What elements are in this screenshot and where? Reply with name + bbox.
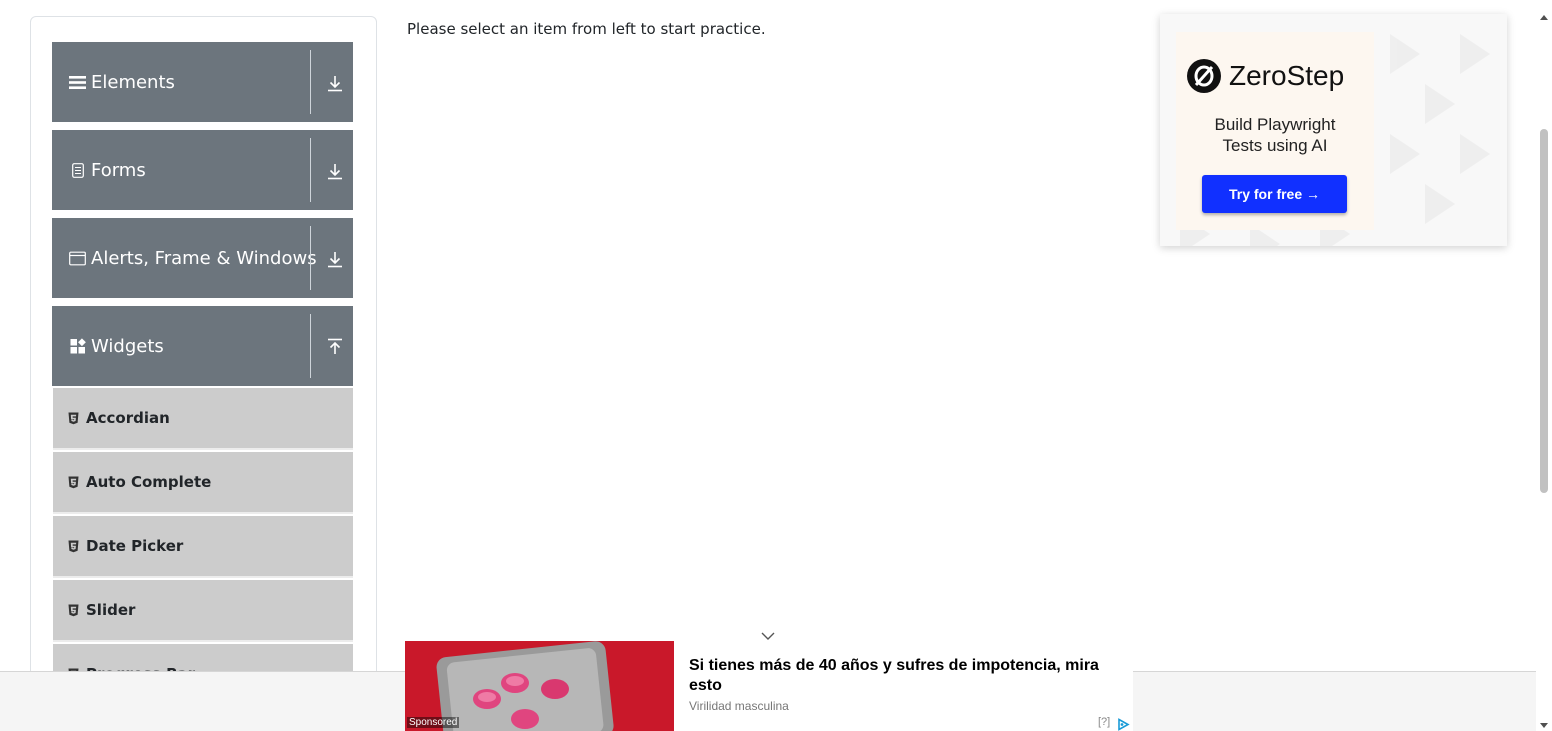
sponsored-ad[interactable]: Sponsored Si tienes más de 40 años y suf… — [405, 641, 1133, 731]
page-scrollbar[interactable] — [1536, 0, 1552, 731]
html5-icon — [66, 539, 80, 553]
sidebar-item-label: Slider — [86, 601, 136, 619]
ad-help-link[interactable]: [?] — [1098, 716, 1110, 728]
collapse-arrow-up-icon[interactable] — [322, 336, 348, 358]
group-label-alerts: Alerts, Frame & Windows — [91, 247, 317, 269]
group-header-elements[interactable]: Elements — [52, 42, 353, 122]
group-divider — [310, 50, 311, 114]
group-label-widgets: Widgets — [91, 335, 164, 357]
document-icon — [69, 162, 86, 179]
expand-arrow-down-icon[interactable] — [322, 248, 348, 270]
practice-instruction: Please select an item from left to start… — [407, 20, 766, 38]
window-icon — [69, 250, 86, 267]
group-label-forms: Forms — [91, 159, 146, 181]
ad-tagline-line1: Build Playwright — [1214, 115, 1336, 134]
group-label-elements: Elements — [91, 71, 175, 93]
sidebar-item-accordian[interactable]: Accordian — [53, 388, 353, 450]
adchoices-icon[interactable] — [1117, 716, 1130, 731]
expand-arrow-down-icon[interactable] — [322, 160, 348, 182]
widgets-icon — [69, 338, 86, 355]
html5-icon — [66, 475, 80, 489]
ad-image[interactable]: Sponsored — [405, 641, 674, 731]
ad-tagline-line2: Tests using AI — [1222, 136, 1328, 155]
group-header-forms[interactable]: Forms — [52, 130, 353, 210]
list-icon — [69, 74, 86, 91]
zerostep-logo: ZeroStep — [1186, 58, 1344, 94]
ad-source[interactable]: Virilidad masculina — [689, 699, 789, 713]
try-for-free-button[interactable]: Try for free → — [1202, 175, 1347, 213]
sidebar-item-label: Auto Complete — [86, 473, 212, 491]
brand-name: ZeroStep — [1229, 60, 1345, 91]
sidebar-item-label: Date Picker — [86, 537, 184, 555]
zerostep-ad[interactable]: ZeroStep Build Playwright Tests using AI… — [1160, 14, 1507, 246]
group-header-widgets[interactable]: Widgets — [52, 306, 353, 386]
scroll-up-icon[interactable] — [1540, 5, 1548, 24]
sidebar-item-auto-complete[interactable]: Auto Complete — [53, 452, 353, 514]
sponsored-label: Sponsored — [407, 717, 460, 728]
left-panel: Elements Forms Alerts, Frame & Windows W… — [30, 16, 377, 706]
html5-icon — [66, 603, 80, 617]
group-divider — [310, 138, 311, 202]
html5-icon — [66, 411, 80, 425]
ad-tagline: Build Playwright Tests using AI — [1160, 114, 1390, 156]
chevron-down-icon[interactable] — [760, 627, 776, 640]
zerostep-logo-icon — [1187, 59, 1221, 93]
group-divider — [310, 226, 311, 290]
scrollbar-thumb[interactable] — [1540, 129, 1548, 493]
group-divider — [310, 314, 311, 378]
sidebar-item-date-picker[interactable]: Date Picker — [53, 516, 353, 578]
sidebar-item-slider[interactable]: Slider — [53, 580, 353, 642]
ad-headline[interactable]: Si tienes más de 40 años y sufres de imp… — [689, 656, 1119, 696]
sidebar-item-label: Accordian — [86, 409, 170, 427]
scroll-down-icon[interactable] — [1540, 714, 1548, 731]
expand-arrow-down-icon[interactable] — [322, 72, 348, 94]
group-header-alerts[interactable]: Alerts, Frame & Windows — [52, 218, 353, 298]
